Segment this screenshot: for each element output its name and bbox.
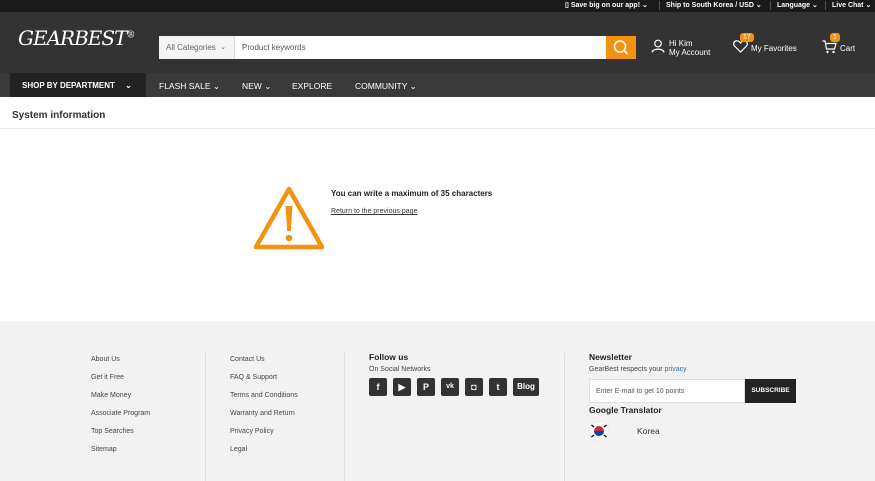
footer-link-top-searches[interactable]: Top Searches xyxy=(91,428,134,435)
instagram-icon[interactable]: ◘ xyxy=(465,378,483,396)
main-nav: SHOP BY DEPARTMENT ⌄ FLASH SALE ⌄ NEW ⌄ … xyxy=(0,73,875,97)
chevron-down-icon: ⌄ xyxy=(264,81,272,91)
korea-flag-icon[interactable] xyxy=(589,421,609,441)
chevron-down-icon: ⌄ xyxy=(865,2,872,9)
newsletter-email-input[interactable] xyxy=(589,379,745,403)
google-translator-title: Google Translator xyxy=(589,405,662,415)
user-icon xyxy=(651,39,665,53)
footer-link-terms[interactable]: Terms and Conditions xyxy=(230,392,298,399)
footer-divider xyxy=(344,353,345,481)
follow-us-subtitle: On Social Networks xyxy=(369,366,431,373)
footer-link-sitemap[interactable]: Sitemap xyxy=(91,446,117,453)
footer-link-associate-program[interactable]: Associate Program xyxy=(91,410,150,417)
warning-icon xyxy=(253,186,325,250)
chevron-down-icon: ⌄ xyxy=(755,2,762,9)
nav-item-new[interactable]: NEW ⌄ xyxy=(242,81,271,92)
top-bar: ▯ Save big on our app! ⌄ Ship to South K… xyxy=(0,0,875,12)
footer-link-faq-support[interactable]: FAQ & Support xyxy=(230,374,277,381)
footer-link-get-it-free[interactable]: Get it Free xyxy=(91,374,124,381)
error-message: You can write a maximum of 35 characters xyxy=(331,189,493,198)
newsletter-title: Newsletter xyxy=(589,352,632,362)
cart-count-badge: 1 xyxy=(830,33,840,42)
app-promo-link[interactable]: ▯ Save big on our app! ⌄ xyxy=(565,1,648,9)
search-bar: All Categories ⌄ xyxy=(159,36,636,59)
chevron-down-icon: ⌄ xyxy=(812,2,818,9)
nav-item-explore[interactable]: EXPLORE xyxy=(292,81,332,91)
search-input[interactable] xyxy=(236,36,605,59)
chevron-down-icon: ⌄ xyxy=(212,81,220,91)
translator-language[interactable]: Korea xyxy=(637,426,660,436)
footer-link-make-money[interactable]: Make Money xyxy=(91,392,131,399)
language-selector[interactable]: Language ⌄ xyxy=(777,1,818,9)
cart-icon xyxy=(822,40,837,54)
follow-us-title: Follow us xyxy=(369,352,409,362)
ship-to-selector[interactable]: Ship to South Korea / USD ⌄ xyxy=(666,1,762,9)
nav-item-community[interactable]: COMMUNITY ⌄ xyxy=(355,81,417,92)
shop-by-department-menu[interactable]: SHOP BY DEPARTMENT ⌄ xyxy=(10,73,146,97)
page-title: System information xyxy=(12,110,106,121)
privacy-link[interactable]: privacy xyxy=(664,366,686,373)
gearbest-logo[interactable]: GEARBEST® xyxy=(18,26,135,50)
return-link[interactable]: Return to the previous page xyxy=(331,208,417,215)
facebook-icon[interactable]: f xyxy=(369,378,387,396)
vk-icon[interactable]: vk xyxy=(441,378,459,396)
twitter-icon[interactable]: t xyxy=(489,378,507,396)
subscribe-button[interactable]: SUBSCRIBE xyxy=(745,379,796,403)
footer-divider xyxy=(205,353,206,481)
divider xyxy=(0,128,875,129)
footer-link-about-us[interactable]: About Us xyxy=(91,356,120,363)
footer-link-legal[interactable]: Legal xyxy=(230,446,247,453)
chevron-down-icon: ⌄ xyxy=(409,81,417,91)
footer-link-privacy-policy[interactable]: Privacy Policy xyxy=(230,428,274,435)
newsletter-subtitle: GearBest respects your privacy xyxy=(589,366,687,373)
pinterest-icon[interactable]: P xyxy=(417,378,435,396)
footer-divider xyxy=(564,353,565,481)
search-icon xyxy=(613,40,629,55)
chevron-down-icon: ⌄ xyxy=(642,2,648,9)
nav-item-flash-sale[interactable]: FLASH SALE ⌄ xyxy=(159,81,220,92)
category-select[interactable]: All Categories ⌄ xyxy=(159,36,235,59)
search-button[interactable] xyxy=(606,36,636,59)
favorites-count-badge: 17 xyxy=(740,33,754,42)
live-chat-link[interactable]: Live Chat ⌄ xyxy=(832,1,871,9)
footer-link-warranty[interactable]: Warranty and Return xyxy=(230,410,295,417)
blog-icon[interactable]: Blog xyxy=(513,378,539,396)
chevron-down-icon: ⌄ xyxy=(125,81,132,90)
chevron-down-icon: ⌄ xyxy=(220,44,226,51)
header: GEARBEST® All Categories ⌄ Hi Kim My Acc… xyxy=(0,12,875,73)
phone-icon: ▯ xyxy=(565,2,569,9)
footer-link-contact-us[interactable]: Contact Us xyxy=(230,356,265,363)
youtube-icon[interactable]: ▶ xyxy=(393,378,411,396)
